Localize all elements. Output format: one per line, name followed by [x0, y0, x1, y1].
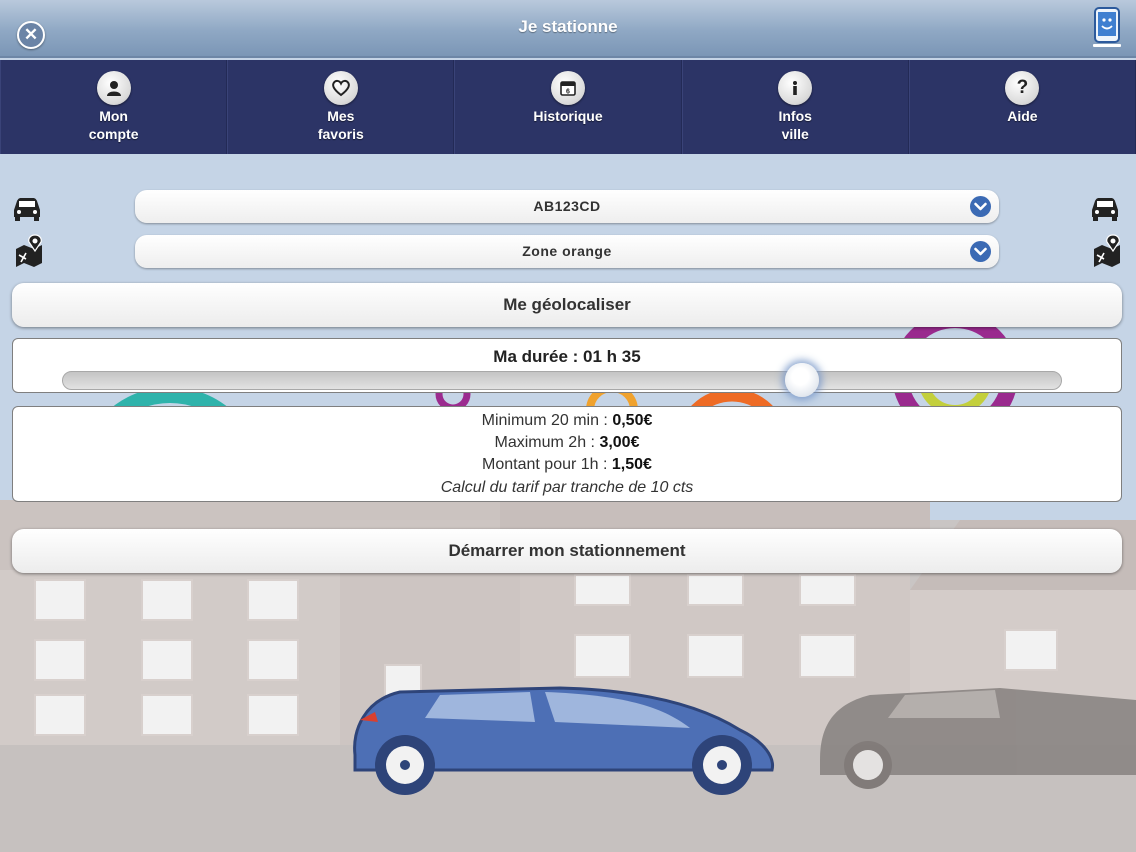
car-icon: [1092, 198, 1118, 221]
svg-text:6: 6: [566, 89, 570, 96]
zone-select[interactable]: Zone orange: [135, 235, 999, 268]
nav-label: Infos ville: [778, 108, 812, 142]
duration-panel: Ma durée : 01 h 35: [12, 338, 1122, 397]
info-icon: [778, 71, 813, 105]
calendar-icon: 6: [551, 71, 585, 105]
duration-slider-thumb[interactable]: [785, 363, 819, 397]
start-parking-button[interactable]: Démarrer mon stationnement: [12, 529, 1122, 573]
nav-label: Aide: [1007, 108, 1038, 124]
zone-select-value: Zone orange: [522, 243, 612, 259]
duration-slider-track[interactable]: [62, 371, 1062, 390]
page-title: Je stationne: [518, 17, 618, 36]
tarif-minimum: Minimum 20 min : 0,50€: [481, 412, 653, 429]
phone-smile-icon[interactable]: [1092, 6, 1122, 48]
heart-icon: [323, 71, 358, 105]
title-bar: ✕ Je stationne: [0, 0, 1136, 58]
nav-historique[interactable]: 6 Historique: [454, 60, 682, 154]
tarif-panel: Minimum 20 min : 0,50€ Maximum 2h : 3,00…: [12, 406, 1122, 502]
map-pin-icon: [16, 234, 42, 267]
nav-label: Mon compte: [88, 108, 139, 142]
chevron-down-icon: [970, 196, 991, 217]
nav-label: Mes favoris: [317, 108, 364, 142]
geolocate-button[interactable]: Me géolocaliser: [12, 283, 1122, 327]
vehicle-select-value: AB123CD: [533, 198, 601, 214]
duration-label: Ma durée : 01 h 35: [493, 347, 641, 366]
nav-label: Historique: [533, 108, 603, 124]
tarif-maximum: Maximum 2h : 3,00€: [494, 434, 640, 451]
help-icon: ?: [1005, 71, 1040, 105]
vehicle-select[interactable]: AB123CD: [135, 190, 999, 223]
tarif-hourly: Montant pour 1h : 1,50€: [482, 456, 652, 473]
nav-infos-ville[interactable]: Infos ville: [681, 60, 909, 154]
map-pin-icon: [1094, 234, 1120, 267]
car-icon: [14, 198, 40, 221]
nav-aide[interactable]: ? Aide: [908, 60, 1136, 154]
chevron-down-icon: [970, 241, 991, 262]
user-icon: [96, 71, 131, 105]
nav-mon-compte[interactable]: Mon compte: [0, 60, 228, 154]
main-nav: Mon compte Mes favoris 6 Historique Infos v…: [0, 60, 1136, 154]
tarif-note: Calcul du tarif par tranche de 10 cts: [440, 479, 694, 496]
nav-mes-favoris[interactable]: Mes favoris: [227, 60, 455, 154]
